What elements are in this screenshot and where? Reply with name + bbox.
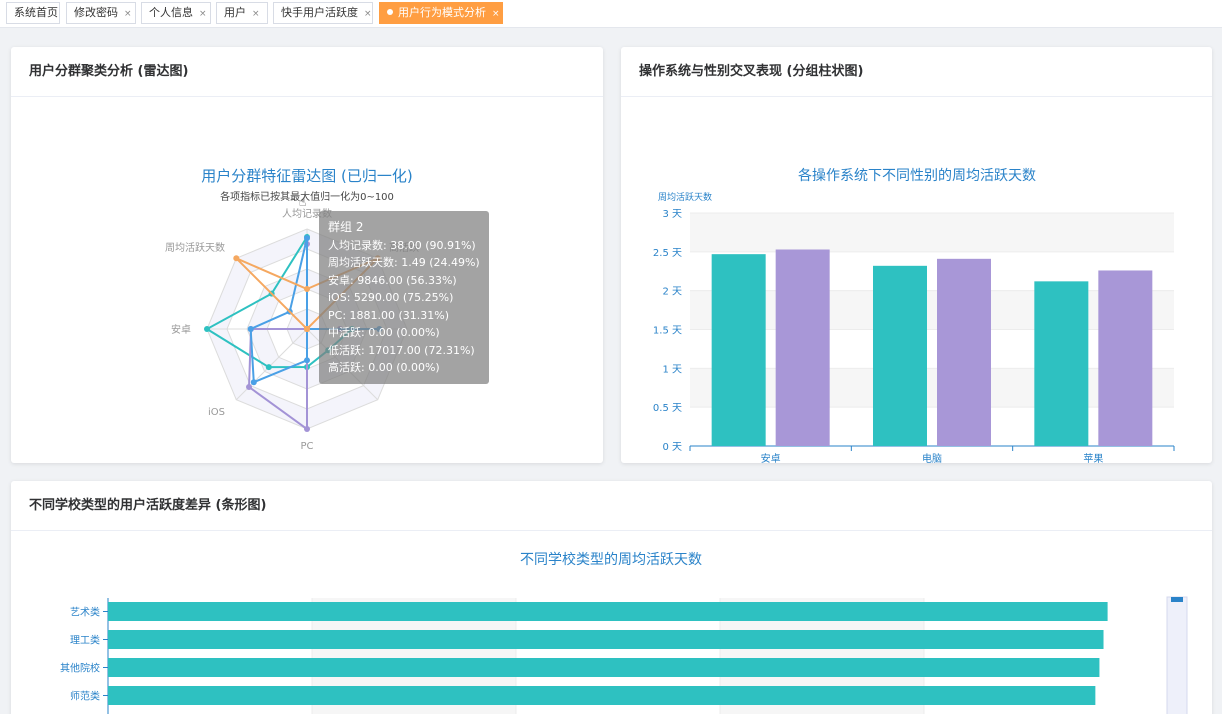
radar-point[interactable] bbox=[250, 379, 257, 386]
close-icon[interactable]: × bbox=[124, 9, 132, 19]
radar-point[interactable] bbox=[246, 383, 253, 390]
y-tick-label: 理工类 bbox=[70, 634, 100, 647]
radar-point[interactable] bbox=[233, 255, 240, 262]
y-axis-label: 周均活跃天数 bbox=[658, 191, 712, 203]
tooltip-line: iOS: 5290.00 (75.25%) bbox=[328, 291, 454, 304]
school-bar-chart: 不同学校类型的周均活跃天数艺术类理工类其他院校师范类 bbox=[60, 551, 1188, 714]
tab-label: 个人信息 bbox=[149, 6, 193, 19]
tab-label: 用户行为模式分析 bbox=[398, 6, 486, 19]
data-zoom-handle[interactable] bbox=[1171, 597, 1183, 602]
hand-pointer-icon: ☝ bbox=[299, 195, 307, 209]
y-tick-label: 师范类 bbox=[70, 690, 100, 703]
radar-point[interactable] bbox=[204, 326, 210, 332]
grid-band bbox=[690, 213, 1174, 252]
radar-indicator-label: PC bbox=[300, 441, 313, 452]
school-card-heading: 不同学校类型的用户活跃度差异 (条形图) bbox=[11, 481, 1212, 531]
close-icon[interactable]: × bbox=[492, 9, 500, 19]
os-gender-bar-chart: 各操作系统下不同性别的周均活跃天数周均活跃天数 0 天 0.5 天 1 天 1.5 天 2… bbox=[653, 168, 1175, 463]
y-tick-label: 其他院校 bbox=[60, 662, 100, 675]
tab-label: 快手用户活跃度 bbox=[281, 6, 358, 19]
bar[interactable] bbox=[711, 254, 766, 446]
bar[interactable] bbox=[108, 630, 1104, 649]
close-icon[interactable]: × bbox=[199, 9, 207, 19]
y-tick-label: 1.5 天 bbox=[653, 326, 682, 337]
radar-point[interactable] bbox=[304, 235, 310, 242]
tab-1[interactable]: 修改密码 × bbox=[66, 2, 136, 24]
radar-indicator-label: 安卓 bbox=[171, 323, 191, 336]
bar[interactable] bbox=[1034, 281, 1089, 446]
y-tick-label: 艺术类 bbox=[70, 606, 100, 619]
tab-3[interactable]: 用户 × bbox=[216, 2, 268, 24]
radar-point[interactable] bbox=[304, 286, 310, 292]
tab-2[interactable]: 个人信息 × bbox=[141, 2, 211, 24]
bar[interactable] bbox=[108, 686, 1096, 705]
tooltip-line: 低活跃: 17017.00 (72.31%) bbox=[328, 343, 475, 357]
x-tick-label: 电脑 bbox=[922, 452, 942, 463]
os-gender-card: 操作系统与性别交叉表现 (分组柱状图) 各操作系统下不同性别的周均活跃天数周均活… bbox=[621, 47, 1212, 463]
radar-title: 用户分群特征雷达图 (已归一化) bbox=[201, 167, 412, 185]
tooltip-line: 周均活跃天数: 1.49 (24.49%) bbox=[328, 256, 480, 269]
active-dot-icon bbox=[387, 9, 393, 15]
radar-point[interactable] bbox=[304, 357, 310, 364]
y-tick-label: 2 天 bbox=[662, 287, 682, 298]
radar-point[interactable] bbox=[304, 426, 310, 432]
y-tick-label: 0.5 天 bbox=[653, 403, 682, 414]
bar[interactable] bbox=[937, 258, 991, 446]
tooltip-line: 高活跃: 0.00 (0.00%) bbox=[328, 361, 440, 374]
bar[interactable] bbox=[1098, 270, 1153, 446]
bar[interactable] bbox=[873, 265, 927, 446]
y-tick-label: 2.5 天 bbox=[653, 248, 682, 259]
tab-0[interactable]: 系统首页 bbox=[6, 2, 60, 24]
radar-subtitle: 各项指标已按其最大值归一化为0~100 bbox=[220, 190, 394, 203]
bar-title: 各操作系统下不同性别的周均活跃天数 bbox=[798, 168, 1036, 184]
hbar-title: 不同学校类型的周均活跃天数 bbox=[520, 551, 702, 568]
radar-point[interactable] bbox=[247, 326, 254, 332]
x-tick-label: 苹果 bbox=[1083, 452, 1103, 463]
data-zoom-track[interactable] bbox=[1166, 596, 1188, 714]
tooltip-line: PC: 1881.00 (31.31%) bbox=[328, 308, 450, 322]
tab-label: 用户 bbox=[224, 6, 246, 19]
bar[interactable] bbox=[775, 249, 830, 446]
y-tick-label: 1 天 bbox=[662, 364, 682, 375]
y-tick-label: 3 天 bbox=[662, 209, 682, 220]
radar-card-heading: 用户分群聚类分析 (雷达图) bbox=[11, 47, 603, 97]
tab-bar: 系统首页 修改密码 × 个人信息 × 用户 × 快手用户活跃度 × 用户行为模式分析 × bbox=[0, 0, 1222, 28]
radar-tooltip: 群组 2 人均记录数: 38.00 (90.91%) 周均活跃天数: 1.49 … bbox=[319, 211, 489, 384]
bar[interactable] bbox=[108, 602, 1108, 621]
os-gender-card-heading: 操作系统与性别交叉表现 (分组柱状图) bbox=[621, 47, 1212, 97]
tab-label: 系统首页 bbox=[14, 6, 58, 19]
tooltip-title: 群组 2 bbox=[328, 220, 364, 234]
close-icon[interactable]: × bbox=[252, 9, 260, 19]
radar-indicator-label: iOS bbox=[208, 407, 225, 418]
bar[interactable] bbox=[108, 658, 1100, 677]
close-icon[interactable]: × bbox=[364, 9, 372, 19]
tab-label: 修改密码 bbox=[74, 6, 118, 19]
y-tick-label: 0 天 bbox=[662, 442, 682, 453]
radar-card: 用户分群聚类分析 (雷达图) 用户分群特征雷达图 (已归一化) 各项指标已按其最大… bbox=[11, 47, 603, 463]
radar-chart: 用户分群特征雷达图 (已归一化)各项指标已按其最大值归一化为0~100人均记录数… bbox=[165, 167, 419, 452]
radar-point[interactable] bbox=[304, 326, 310, 332]
tooltip-line: 中活跃: 0.00 (0.00%) bbox=[328, 326, 440, 339]
tooltip-line: 人均记录数: 38.00 (90.91%) bbox=[328, 238, 476, 252]
x-tick-label: 安卓 bbox=[761, 452, 781, 463]
tooltip-line: 安卓: 9846.00 (56.33%) bbox=[328, 273, 457, 287]
school-card: 不同学校类型的用户活跃度差异 (条形图) 不同学校类型的周均活跃天数艺术类理工类… bbox=[11, 481, 1212, 714]
radar-point[interactable] bbox=[265, 364, 272, 371]
radar-indicator-label: 周均活跃天数 bbox=[165, 241, 225, 254]
tab-4[interactable]: 快手用户活跃度 × bbox=[273, 2, 373, 24]
tab-5[interactable]: 用户行为模式分析 × bbox=[379, 2, 503, 24]
